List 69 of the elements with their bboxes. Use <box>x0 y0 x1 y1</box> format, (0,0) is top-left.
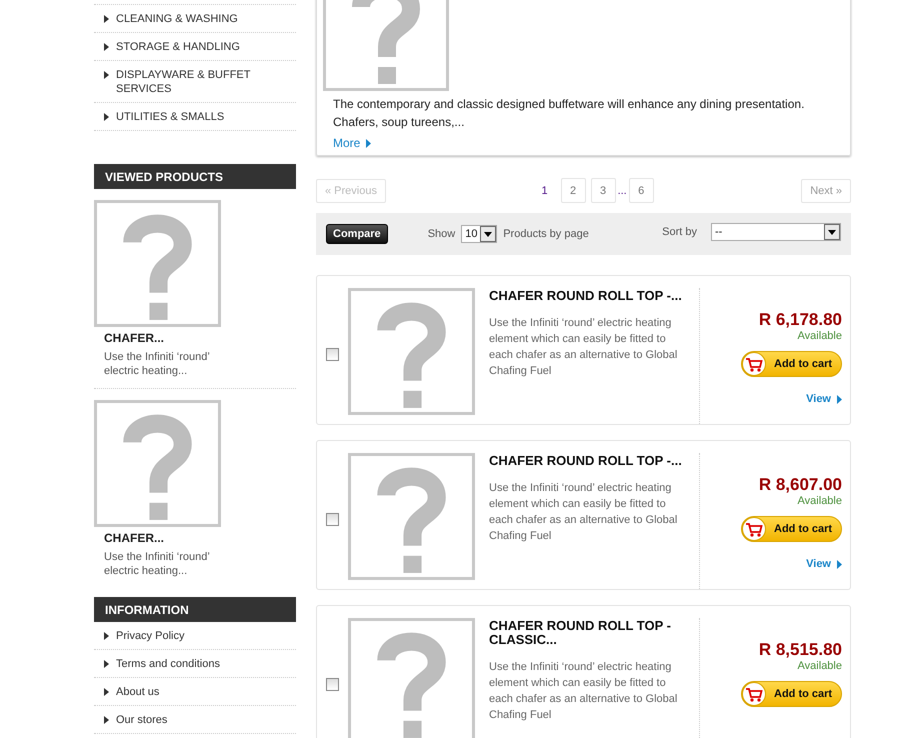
bullet-icon <box>104 632 109 640</box>
bullet-icon <box>104 43 109 51</box>
bullet-icon <box>104 113 109 121</box>
product-description: Use the Infiniti ‘round’ electric heating element which can easily be fitted to each chafer as an alternative to Global Chafing Fuel <box>489 316 678 379</box>
cart-icon <box>742 352 766 376</box>
page-link[interactable]: 6 <box>628 178 654 203</box>
compare-checkbox[interactable] <box>326 678 339 691</box>
section-heading: VIEWED PRODUCTS <box>94 164 296 189</box>
bullet-icon <box>104 688 109 696</box>
no-image-icon <box>94 200 221 327</box>
product-description: Use the Infiniti ‘round’ electric heating... <box>104 350 210 378</box>
no-image-icon <box>348 453 475 580</box>
category-description: The contemporary and classic designed buffetware will enhance any dining presentation. Chafers, soup tureens,... <box>332 96 806 131</box>
add-to-cart-button[interactable]: Add to cart <box>741 351 842 377</box>
no-image-icon <box>348 618 475 738</box>
category-link[interactable]: UTILITIES & SMALLS <box>116 110 266 124</box>
product-name[interactable]: CHAFER... <box>104 331 296 345</box>
availability-label: Available <box>798 495 842 507</box>
product-price: R 8,515.80 <box>758 640 842 660</box>
compare-checkbox[interactable] <box>326 513 339 526</box>
availability-label: Available <box>798 330 842 342</box>
info-link[interactable]: Our stores <box>116 713 168 727</box>
cart-icon <box>742 682 766 706</box>
info-link[interactable]: About us <box>116 685 160 699</box>
pagination-ellipsis: ... <box>618 184 627 196</box>
more-link[interactable]: More <box>333 136 372 150</box>
category-link[interactable]: DISPLAYWARE & BUFFET SERVICES <box>116 68 266 96</box>
page-link[interactable]: 2 <box>560 178 586 203</box>
dropdown-icon <box>480 226 496 242</box>
product-name[interactable]: CHAFER ROUND ROLL TOP - CLASSIC... <box>489 619 685 647</box>
section-heading: INFORMATION <box>94 597 296 622</box>
product-description: Use the Infiniti ‘round’ electric heating... <box>104 550 210 578</box>
compare-button[interactable]: Compare <box>326 224 388 244</box>
no-image-icon <box>348 288 475 415</box>
availability-label: Available <box>798 660 842 672</box>
product-description: Use the Infiniti ‘round’ electric heating element which can easily be fitted to each chafer as an alternative to Global Chafing Fuel <box>489 481 678 544</box>
view-link[interactable]: View <box>806 393 842 405</box>
product-name[interactable]: CHAFER ROUND ROLL TOP -... <box>489 454 685 468</box>
add-to-cart-button[interactable]: Add to cart <box>741 516 842 542</box>
bullet-icon <box>104 71 109 79</box>
product-name[interactable]: CHAFER... <box>104 531 296 545</box>
cart-icon <box>742 517 766 541</box>
add-to-cart-button[interactable]: Add to cart <box>741 681 842 707</box>
product-price: R 8,607.00 <box>758 475 842 495</box>
show-label: Show <box>428 228 456 240</box>
info-link[interactable]: Terms and conditions <box>116 657 220 671</box>
category-link[interactable]: STORAGE & HANDLING <box>116 40 266 54</box>
product-description: Use the Infiniti ‘round’ electric heating element which can easily be fitted to each chafer as an alternative to Global Chafing Fuel <box>489 660 678 723</box>
product-price: R 6,178.80 <box>758 310 842 330</box>
page-link[interactable]: 1 <box>533 179 556 202</box>
category-link[interactable]: CLEANING & WASHING <box>116 12 266 26</box>
per-page-label: Products by page <box>503 228 589 240</box>
bullet-icon <box>104 660 109 668</box>
sort-label: Sort by <box>662 226 697 238</box>
info-link[interactable]: Privacy Policy <box>116 629 184 643</box>
sort-select[interactable]: -- <box>711 223 841 241</box>
arrow-icon <box>366 138 372 148</box>
view-link[interactable]: View <box>806 558 842 570</box>
bullet-icon <box>104 716 109 724</box>
no-image-icon <box>94 400 221 527</box>
no-image-icon <box>323 0 449 91</box>
bullet-icon <box>104 15 109 23</box>
dropdown-icon <box>824 224 840 240</box>
arrow-icon <box>837 560 842 568</box>
per-page-select[interactable]: 10 <box>461 225 498 243</box>
compare-checkbox[interactable] <box>326 348 339 361</box>
page-link[interactable]: 3 <box>590 178 616 203</box>
product-name[interactable]: CHAFER ROUND ROLL TOP -... <box>489 289 685 303</box>
arrow-icon <box>837 394 842 404</box>
